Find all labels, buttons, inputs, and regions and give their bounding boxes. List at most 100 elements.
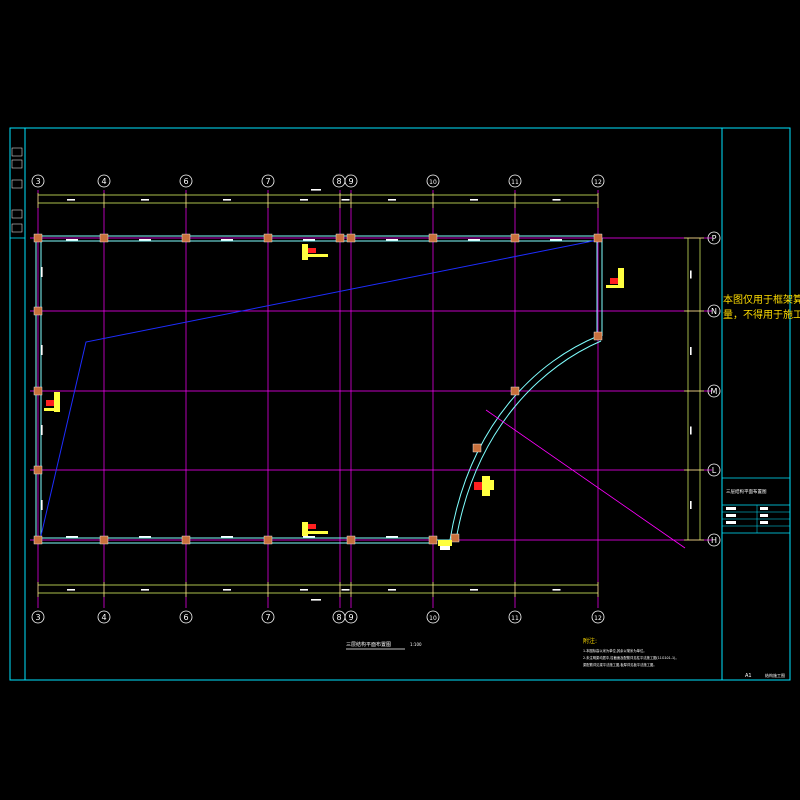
column [99, 233, 109, 243]
dimension-text [552, 199, 561, 201]
column [33, 233, 43, 243]
revision-strip [11, 147, 23, 233]
columns [33, 233, 603, 545]
svg-text:P: P [712, 234, 717, 243]
column [263, 535, 273, 545]
svg-text:3: 3 [35, 613, 40, 622]
axis-bubble: 7 [261, 610, 275, 624]
svg-text:4: 4 [101, 613, 106, 622]
beam-label [139, 239, 151, 241]
svg-text:12: 12 [594, 179, 602, 186]
structural-drawing: 334466778899101011111212PNMLH 本图仅用于框架算 量… [9, 127, 800, 681]
dimension-text [470, 589, 478, 591]
svg-text:8: 8 [336, 613, 341, 622]
axis-bubble: 6 [179, 174, 193, 188]
axis-bubble: 8 [332, 610, 346, 624]
column [33, 465, 43, 475]
title-block: 三层结构平面布置图 [722, 477, 790, 534]
axis-bubble: 8 [332, 174, 346, 188]
axis-bubble: 9 [344, 610, 358, 624]
column [428, 233, 438, 243]
rebar-markers [44, 244, 624, 550]
diagonal-grid [485, 409, 686, 549]
svg-text:10: 10 [429, 179, 437, 186]
column [99, 535, 109, 545]
beam-label [550, 239, 562, 241]
svg-text:6: 6 [183, 613, 188, 622]
dimension-text [690, 347, 692, 355]
axis-bubble: 10 [426, 610, 440, 624]
axis-bubble: 3 [31, 610, 45, 624]
beam-label [303, 239, 315, 241]
column [593, 331, 603, 341]
dimension-text [341, 589, 350, 591]
beam-label [41, 267, 43, 277]
svg-text:N: N [711, 307, 717, 316]
column [428, 535, 438, 545]
beam-label [139, 536, 151, 538]
column [335, 233, 345, 243]
svg-text:4: 4 [101, 177, 106, 186]
svg-text:6: 6 [183, 177, 188, 186]
dimension-text [311, 599, 321, 601]
svg-text:12: 12 [594, 615, 602, 622]
column [33, 535, 43, 545]
svg-text:10: 10 [429, 615, 437, 622]
axis-bubble: 11 [508, 610, 522, 624]
notes-heading: 附注: [583, 637, 597, 645]
axis-bubble: 10 [426, 174, 440, 188]
axis-bubble: 3 [31, 174, 45, 188]
dimension-lines [37, 189, 704, 601]
axis-bubble: 12 [591, 610, 605, 624]
notice-line-1: 本图仅用于框架算 [723, 293, 800, 306]
note-line-1: 1.本图标高以米为单位,其余以毫米为单位。 [583, 648, 647, 653]
svg-text:7: 7 [265, 613, 270, 622]
svg-text:9: 9 [348, 613, 353, 622]
dimension-text [388, 199, 396, 201]
dimension-text [690, 501, 692, 509]
svg-text:H: H [711, 536, 717, 545]
column [263, 233, 273, 243]
column [181, 233, 191, 243]
sheet-note: 结构施工图 [765, 672, 785, 678]
dimension-text [552, 589, 561, 591]
dimension-text [67, 589, 75, 591]
plan-title: 三层结构平面布置图 [346, 641, 391, 648]
dimension-text [223, 589, 231, 591]
axis-bubble: 6 [179, 610, 193, 624]
column [510, 386, 520, 396]
note-line-2: 2.未注明梁均居中,柱截面及配筋详见柱平法施工图(11G101-1)。 [583, 655, 679, 660]
axis-bubble: 11 [508, 174, 522, 188]
beam-label [41, 500, 43, 510]
axis-bubble: 4 [97, 174, 111, 188]
dimension-text [67, 199, 75, 201]
beam-label [221, 536, 233, 538]
dimension-text [690, 426, 692, 435]
beam-label [41, 345, 43, 355]
sheet-number: A1 [745, 673, 752, 679]
svg-text:L: L [712, 466, 717, 475]
dimension-text [341, 199, 350, 201]
plan-title-group: 三层结构平面布置图 1:100 [346, 641, 422, 650]
dimension-text [300, 589, 308, 591]
dimension-text [300, 199, 308, 201]
axis-bubble: 12 [591, 174, 605, 188]
column [346, 233, 356, 243]
grid-lines [30, 190, 712, 608]
axis-bubble: 7 [261, 174, 275, 188]
column [450, 533, 460, 543]
axis-bubble: 4 [97, 610, 111, 624]
plan-scale: 1:100 [410, 642, 422, 647]
column [33, 386, 43, 396]
beam-label [66, 239, 78, 241]
note-line-3: 梁配筋详见梁平法施工图,板厚详见板平法施工图。 [583, 662, 657, 667]
svg-text:3: 3 [35, 177, 40, 186]
beam-label [221, 239, 233, 241]
beam-label [386, 239, 398, 241]
column [181, 535, 191, 545]
column [33, 306, 43, 316]
sheet-frame [9, 127, 791, 681]
beam-label [468, 239, 480, 241]
column [593, 233, 603, 243]
svg-text:9: 9 [348, 177, 353, 186]
